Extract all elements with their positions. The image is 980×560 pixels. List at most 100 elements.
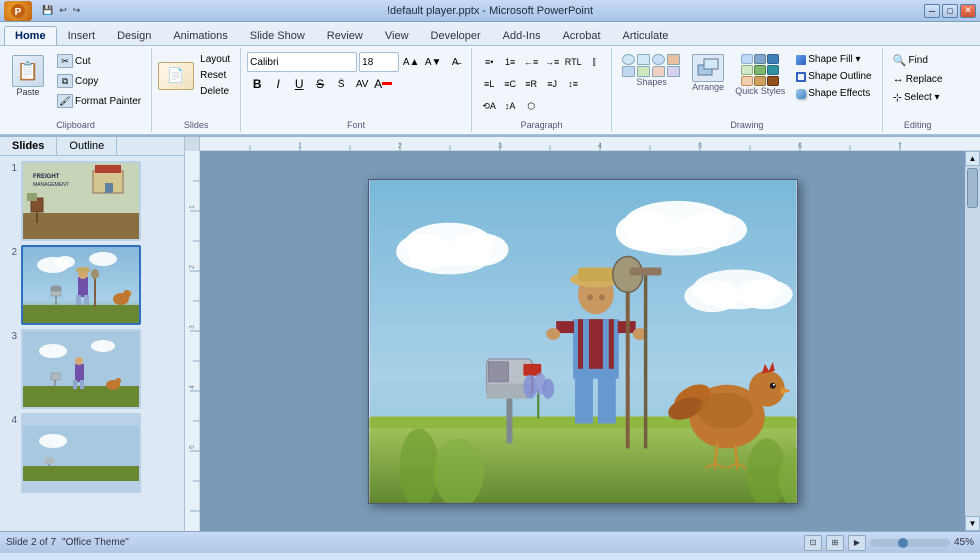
bullets-btn[interactable]: ≡• [479, 52, 499, 72]
redo-qa-btn[interactable]: ↪ [71, 4, 83, 17]
qs-cell-8 [754, 76, 766, 86]
slides-group: 📄 Layout Reset Delete Slides [152, 48, 241, 132]
increase-font-btn[interactable]: A▲ [401, 52, 421, 72]
replace-label: Replace [906, 74, 943, 85]
text-align-btn[interactable]: ↕A [500, 96, 520, 116]
slide-thumb-4[interactable]: 4 [5, 413, 179, 493]
tab-developer[interactable]: Developer [420, 26, 492, 45]
undo-qa-btn[interactable]: ↩ [57, 4, 69, 17]
quick-access-toolbar: 💾 ↩ ↪ [40, 4, 82, 17]
font-color-btn[interactable]: A [373, 74, 393, 94]
font-name-input[interactable] [247, 52, 357, 72]
theme-info: "Office Theme" [62, 537, 129, 548]
find-button[interactable]: 🔍 Find [889, 52, 947, 69]
tab-animations[interactable]: Animations [162, 26, 238, 45]
slideshow-btn[interactable]: ▶ [848, 535, 866, 551]
copy-label: Copy [75, 76, 98, 87]
new-slide-button[interactable]: 📄 Layout Reset Delete [158, 52, 234, 99]
reset-button[interactable]: Reset [196, 68, 234, 83]
minimize-button[interactable]: ─ [924, 4, 940, 18]
tab-design[interactable]: Design [106, 26, 162, 45]
tab-view[interactable]: View [374, 26, 420, 45]
shape-outline-button[interactable]: Shape Outline [792, 69, 875, 84]
line-spacing-btn[interactable]: ↕≡ [563, 74, 583, 94]
clear-format-btn[interactable]: A̶ [445, 52, 465, 72]
svg-text:4: 4 [189, 385, 196, 389]
underline-button[interactable]: U [289, 74, 309, 94]
rtl-btn[interactable]: RTL [563, 52, 583, 72]
slides-tab-slides[interactable]: Slides [0, 137, 57, 155]
normal-view-btn[interactable]: ⊡ [804, 535, 822, 551]
align-center-btn[interactable]: ≡C [500, 74, 520, 94]
scroll-up-button[interactable]: ▲ [965, 151, 980, 166]
drawing-group: Shapes Arrange [612, 48, 882, 132]
tab-review[interactable]: Review [316, 26, 374, 45]
cols-btn[interactable]: ⫿ [584, 52, 604, 72]
zoom-slider[interactable] [870, 539, 950, 547]
save-qa-btn[interactable]: 💾 [40, 4, 55, 17]
window-title: !default player.pptx - Microsoft PowerPo… [387, 5, 593, 17]
align-justify-btn[interactable]: ≡J [542, 74, 562, 94]
slide-thumb-2[interactable]: 2 [5, 245, 179, 325]
decrease-font-btn[interactable]: A▼ [423, 52, 443, 72]
slides-tab-outline[interactable]: Outline [57, 137, 117, 155]
shape-outline-label: Shape Outline [808, 71, 871, 82]
scroll-down-button[interactable]: ▼ [965, 516, 980, 531]
shapes-button[interactable]: Shapes [618, 52, 685, 89]
svg-text:5: 5 [189, 445, 196, 449]
shape-effects-icon [796, 89, 806, 99]
delete-button[interactable]: Delete [196, 84, 234, 99]
svg-text:FREIGHT: FREIGHT [33, 174, 60, 180]
tab-home[interactable]: Home [4, 26, 57, 45]
text-dir-btn[interactable]: ⟲A [479, 96, 499, 116]
svg-text:P: P [15, 7, 22, 18]
slide-thumb-1[interactable]: 1 FREIGHT MANAGEMENT [5, 161, 179, 241]
zoom-thumb[interactable] [898, 538, 908, 548]
format-painter-button[interactable]: 🖌 Format Painter [53, 92, 145, 110]
shape-effects-button[interactable]: Shape Effects [792, 86, 875, 101]
tab-insert[interactable]: Insert [57, 26, 107, 45]
tab-articulate[interactable]: Articulate [612, 26, 680, 45]
tab-addins[interactable]: Add-Ins [492, 26, 552, 45]
clipboard-label: Clipboard [56, 118, 95, 130]
increase-indent-btn[interactable]: →≡ [542, 52, 562, 72]
format-painter-label: Format Painter [75, 96, 141, 107]
scroll-thumb[interactable] [967, 168, 978, 208]
para-row2: ≡L ≡C ≡R ≡J ↕≡ [479, 74, 604, 94]
char-spacing-btn[interactable]: AV [352, 74, 372, 94]
close-button[interactable]: ✕ [960, 4, 976, 18]
shape-fill-button[interactable]: Shape Fill ▾ [792, 52, 875, 67]
tab-acrobat[interactable]: Acrobat [552, 26, 612, 45]
select-button[interactable]: ⊹ Select ▾ [889, 89, 947, 106]
slides-small: Layout Reset Delete [196, 52, 234, 99]
italic-button[interactable]: I [268, 74, 288, 94]
slide-thumb-3[interactable]: 3 [5, 329, 179, 409]
align-left-btn[interactable]: ≡L [479, 74, 499, 94]
font-size-input[interactable] [359, 52, 399, 72]
titlebar: P 💾 ↩ ↪ !default player.pptx - Microsoft… [0, 0, 980, 22]
maximize-button[interactable]: □ [942, 4, 958, 18]
slide-sorter-btn[interactable]: ⊞ [826, 535, 844, 551]
strikethrough-button[interactable]: S [310, 74, 330, 94]
slide-canvas[interactable] [368, 179, 798, 504]
slide-info: Slide 2 of 7 [6, 537, 56, 548]
shadow-button[interactable]: S̈ [331, 74, 351, 94]
align-right-btn[interactable]: ≡R [521, 74, 541, 94]
drawing-right: Shape Fill ▾ Shape Outline Shape Effects [792, 52, 875, 101]
numbering-btn[interactable]: 1≡ [500, 52, 520, 72]
replace-button[interactable]: ↔ Replace [889, 71, 947, 87]
convert-to-smartart-btn[interactable]: ⬡ [521, 96, 541, 116]
office-button[interactable]: P [4, 1, 32, 21]
tab-slideshow[interactable]: Slide Show [239, 26, 316, 45]
paste-button[interactable]: 📋 Paste [6, 52, 50, 100]
bold-button[interactable]: B [247, 74, 267, 94]
copy-button[interactable]: ⧉ Copy [53, 72, 145, 90]
qs-cell-6 [767, 65, 779, 75]
svg-text:4: 4 [598, 143, 602, 150]
decrease-indent-btn[interactable]: ←≡ [521, 52, 541, 72]
format-painter-icon: 🖌 [57, 94, 73, 108]
arrange-button[interactable]: Arrange [688, 52, 728, 94]
cut-button[interactable]: ✂ Cut [53, 52, 145, 70]
quick-styles-button[interactable]: Quick Styles [731, 52, 789, 98]
layout-button[interactable]: Layout [196, 52, 234, 67]
